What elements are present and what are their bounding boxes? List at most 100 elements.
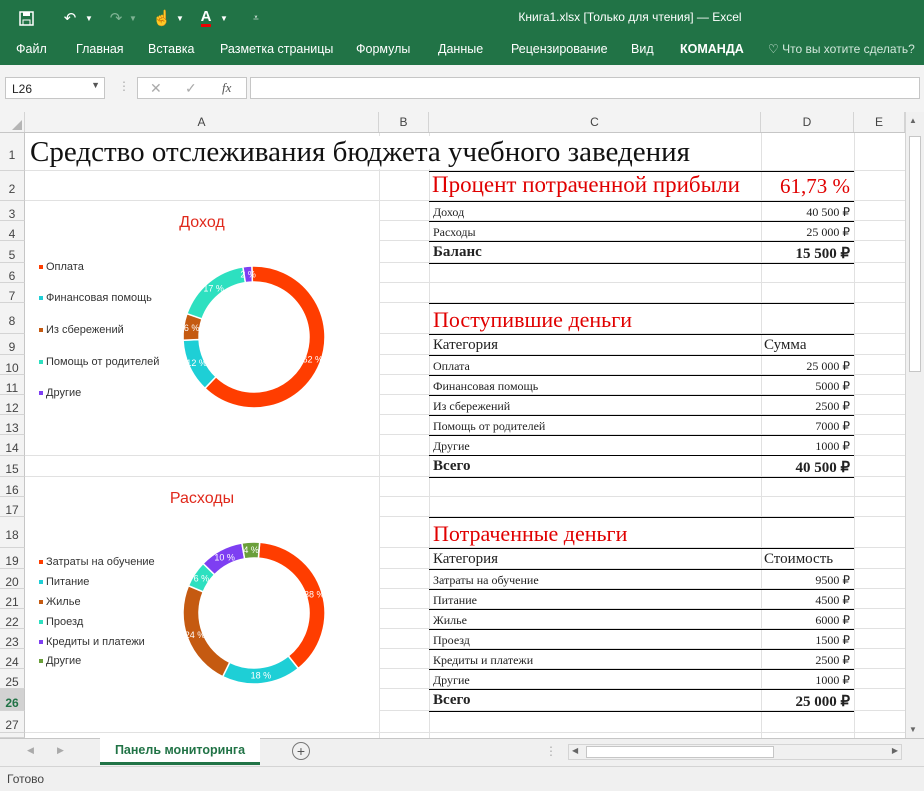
- table-rule: [429, 517, 854, 518]
- enter-icon: ✓: [185, 80, 197, 96]
- row-header-12[interactable]: 12: [0, 395, 25, 415]
- donut-chart: 62 % 12 % 6 % 17 % 2 %: [182, 265, 326, 409]
- row-header-17[interactable]: 17: [0, 497, 25, 517]
- tab-scroll-left-icon[interactable]: ◀: [27, 745, 34, 756]
- tell-me-box[interactable]: ♡ Что вы хотите сделать?: [768, 42, 915, 56]
- name-box-value: L26: [12, 82, 33, 96]
- slice-label: 62 %: [303, 355, 324, 365]
- row-header-7[interactable]: 7: [0, 283, 25, 303]
- row-header-4[interactable]: 4: [0, 221, 25, 241]
- summary-expense-value: 25 000 ₽: [806, 225, 850, 239]
- touch-dropdown-icon[interactable]: ▼: [175, 8, 185, 28]
- row-header-2[interactable]: 2: [0, 171, 25, 201]
- ribbon-tabs: Файл Главная Вставка Разметка страницы Ф…: [0, 36, 924, 65]
- donut-slice[interactable]: [257, 541, 326, 670]
- row-header-14[interactable]: 14: [0, 435, 25, 456]
- expense-row-label: Кредиты и платежи: [433, 653, 534, 667]
- horizontal-scrollbar[interactable]: ◀ ▶: [568, 744, 902, 760]
- row-header-1[interactable]: 1: [0, 133, 25, 171]
- column-header-e[interactable]: E: [854, 112, 905, 132]
- slice-label: 38 %: [304, 590, 325, 600]
- row-header-5[interactable]: 5: [0, 241, 25, 263]
- undo-dropdown-icon[interactable]: ▼: [84, 8, 94, 28]
- scroll-thumb[interactable]: [909, 136, 921, 372]
- column-header-d[interactable]: D: [761, 112, 854, 132]
- tab-insert[interactable]: Вставка: [148, 42, 194, 56]
- column-header-b[interactable]: B: [379, 112, 429, 132]
- summary-income-label: Доход: [433, 205, 465, 219]
- row-header-19[interactable]: 19: [0, 548, 25, 569]
- row-header-3[interactable]: 3: [0, 201, 25, 221]
- formula-input[interactable]: [250, 77, 920, 99]
- income-chart[interactable]: Доход Оплата Финансовая помощь Из сбережен…: [25, 202, 379, 435]
- row-header-22[interactable]: 22: [0, 609, 25, 629]
- slice-label: 17 %: [203, 284, 224, 294]
- expense-chart[interactable]: Расходы Затраты на обучение Питание Жилье П…: [25, 478, 379, 711]
- splitter-icon[interactable]: ⋮: [545, 744, 557, 758]
- column-header-a[interactable]: A: [25, 112, 379, 132]
- table-rule: [429, 548, 854, 549]
- row-header-26[interactable]: 26: [0, 689, 25, 711]
- row-header-20[interactable]: 20: [0, 569, 25, 589]
- row-header-24[interactable]: 24: [0, 649, 25, 669]
- tab-review[interactable]: Рецензирование: [511, 42, 608, 56]
- scroll-up-icon[interactable]: ▲: [909, 116, 917, 125]
- tab-formulas[interactable]: Формулы: [356, 42, 410, 56]
- summary-income-value: 40 500 ₽: [806, 205, 850, 219]
- scroll-right-icon[interactable]: ▶: [892, 746, 898, 755]
- table-rule: [429, 711, 854, 712]
- balance-label: Баланс: [433, 244, 482, 260]
- add-sheet-icon[interactable]: +: [292, 742, 310, 760]
- table-rule: [429, 355, 854, 356]
- column-header-c[interactable]: C: [429, 112, 761, 132]
- tab-team[interactable]: КОМАНДА: [680, 42, 744, 56]
- undo-icon[interactable]: ↶: [60, 8, 80, 28]
- tab-home[interactable]: Главная: [76, 42, 124, 56]
- row-header-16[interactable]: 16: [0, 477, 25, 497]
- chevron-down-icon[interactable]: ▼: [91, 80, 100, 90]
- row-header-8[interactable]: 8: [0, 303, 25, 334]
- row-header-23[interactable]: 23: [0, 629, 25, 649]
- table-rule: [429, 609, 854, 610]
- table-rule: [429, 201, 854, 202]
- save-icon[interactable]: [16, 8, 36, 28]
- row-header-11[interactable]: 11: [0, 375, 25, 395]
- scroll-left-icon[interactable]: ◀: [572, 746, 578, 755]
- row-header-18[interactable]: 18: [0, 517, 25, 548]
- row-header-9[interactable]: 9: [0, 334, 25, 355]
- row-header-15[interactable]: 15: [0, 456, 25, 477]
- customize-toolbar-icon[interactable]: ⩡: [249, 8, 263, 28]
- row-header-13[interactable]: 13: [0, 415, 25, 435]
- scroll-down-icon[interactable]: ▼: [909, 725, 917, 734]
- tab-page-layout[interactable]: Разметка страницы: [220, 42, 333, 56]
- sheet-tab-dashboard[interactable]: Панель мониторинга: [100, 738, 260, 765]
- touch-mode-icon[interactable]: ☝: [152, 8, 172, 28]
- insert-function-icon[interactable]: fx: [222, 80, 231, 96]
- tab-data[interactable]: Данные: [438, 42, 483, 56]
- table-rule: [429, 221, 854, 222]
- expense-row-value: 6000 ₽: [815, 613, 850, 627]
- table-rule: [429, 455, 854, 456]
- hscroll-thumb[interactable]: [586, 746, 774, 758]
- font-color-icon[interactable]: A: [196, 8, 216, 28]
- row-header-10[interactable]: 10: [0, 355, 25, 375]
- tab-view[interactable]: Вид: [631, 42, 654, 56]
- row-header-27[interactable]: 27: [0, 711, 25, 733]
- name-box[interactable]: L26 ▼: [5, 77, 105, 99]
- income-row-value: 1000 ₽: [815, 439, 850, 453]
- redo-icon: ↷: [109, 10, 123, 27]
- font-color-dropdown-icon[interactable]: ▼: [219, 8, 229, 28]
- row-header-21[interactable]: 21: [0, 589, 25, 609]
- formula-buttons: ✕ ✓ fx: [137, 77, 247, 99]
- select-all-corner[interactable]: [0, 112, 25, 132]
- row-header-25[interactable]: 25: [0, 669, 25, 689]
- vertical-scrollbar[interactable]: ▲ ▼: [905, 112, 924, 738]
- income-total-value: 40 500 ₽: [795, 460, 850, 476]
- tab-scroll-right-icon[interactable]: ▶: [57, 745, 64, 756]
- tab-file[interactable]: Файл: [16, 42, 47, 56]
- table-rule: [429, 629, 854, 630]
- tell-me-label: Что вы хотите сделать?: [782, 42, 915, 56]
- table-rule: [429, 415, 854, 416]
- expense-row-value: 4500 ₽: [815, 593, 850, 607]
- row-header-6[interactable]: 6: [0, 263, 25, 283]
